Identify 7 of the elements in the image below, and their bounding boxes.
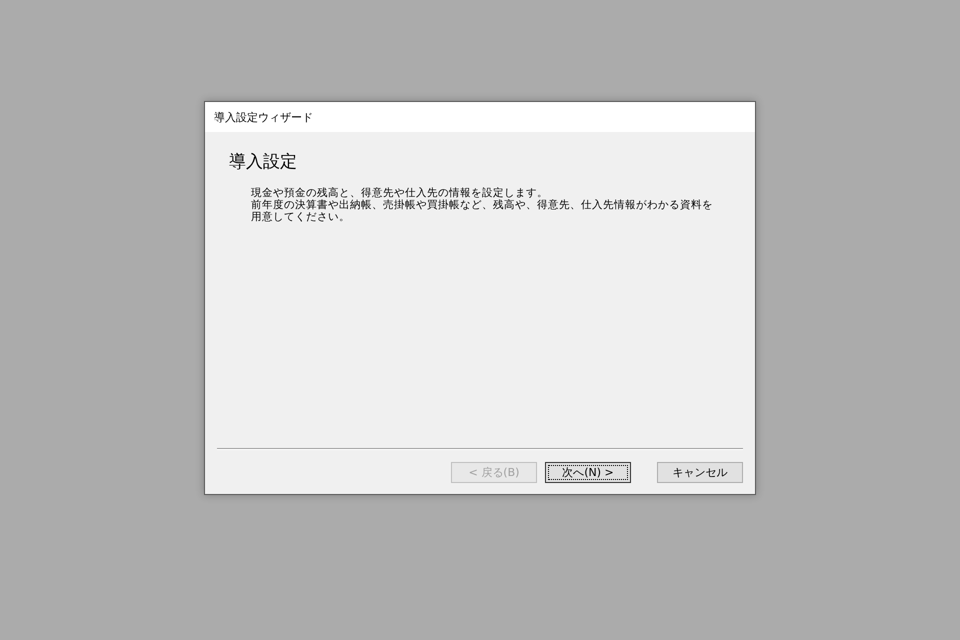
wizard-button[interactable]: 次へ(N) > (545, 462, 631, 483)
description-text: 前年度の決算書や出納帳、売掛帳や買掛帳など、残高や、得意先、仕入先情報がわかる資料を (251, 199, 714, 211)
wizard-button[interactable]: キャンセル (657, 462, 743, 483)
description-text: 用意してください。 (251, 211, 351, 223)
page-heading: 導入設定 (229, 151, 298, 173)
description-text: 現金や預金の残高と、得意先や仕入先の情報を設定します。 (251, 187, 549, 199)
window-title: 導入設定ウィザード (214, 110, 313, 124)
